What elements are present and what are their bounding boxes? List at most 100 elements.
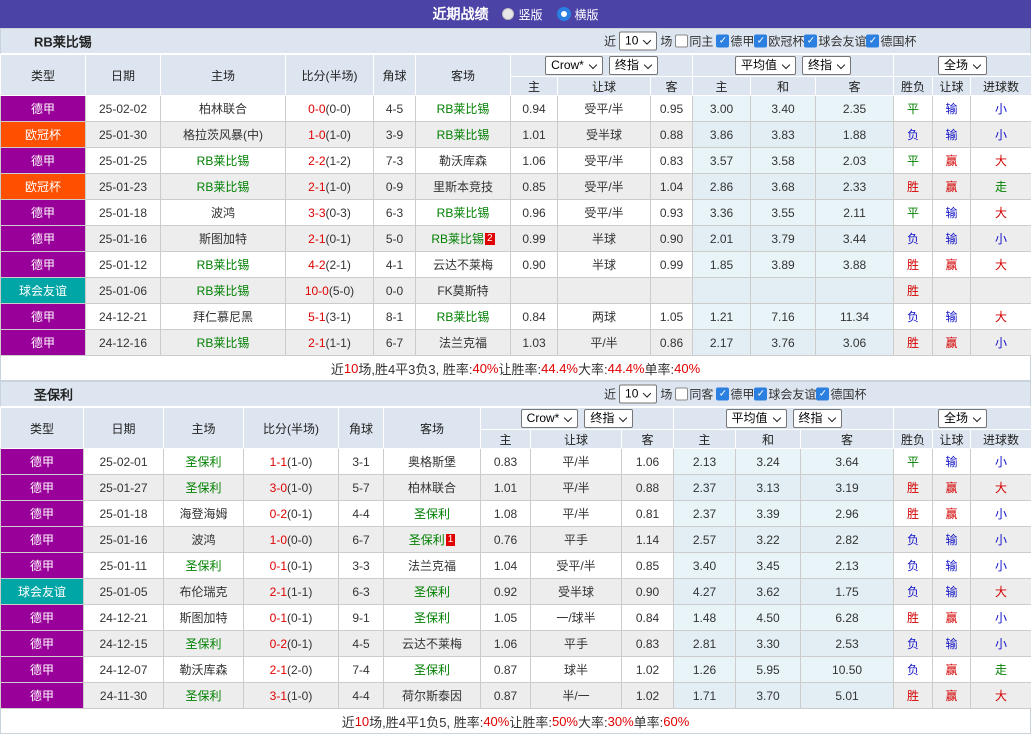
avg-select[interactable]: 平均值 [725,409,787,428]
corner-score: 3-1 [338,448,384,475]
home-team-link[interactable]: RB莱比锡 [160,329,286,356]
score-link[interactable]: 2-2(1-2) [285,147,374,174]
score-link[interactable]: 2-1(1-1) [285,329,374,356]
unit-label: 场 [660,387,673,402]
away-team-link[interactable]: 圣保利 1 [383,526,481,553]
home-team-link[interactable]: 勒沃库森 [163,656,244,683]
result-handicap: 赢 [932,147,972,174]
score-link[interactable]: 1-0(1-0) [285,121,374,148]
score-link[interactable]: 4-2(2-1) [285,251,374,278]
league-filter-欧冠杯[interactable]: 欧冠杯 [754,33,804,50]
home-team-link[interactable]: 圣保利 [163,630,244,657]
avg-period-select[interactable]: 终指 [802,56,852,75]
checkbox-unchecked-icon[interactable] [675,34,689,48]
radio-horizontal-layout[interactable]: 横版 [556,6,599,23]
score-link[interactable]: 0-2(0-1) [243,630,339,657]
score-link[interactable]: 0-0(0-0) [285,95,374,122]
checkbox-checked-icon[interactable] [754,34,768,48]
away-team-link[interactable]: 云达不莱梅 [415,251,511,278]
away-team-link[interactable]: FK莫斯特 [415,277,511,304]
away-team-link[interactable]: RB莱比锡 [415,199,511,226]
avg-away: 11.34 [815,303,895,330]
home-team-link[interactable]: RB莱比锡 [160,277,286,304]
away-team-link[interactable]: 法兰克福 [415,329,511,356]
home-team-link[interactable]: RB莱比锡 [160,147,286,174]
score-link[interactable]: 3-0(1-0) [243,474,339,501]
away-team-link[interactable]: 荷尔斯泰因 [383,682,481,709]
radio-checked-icon[interactable] [556,7,571,21]
scope-select[interactable]: 全场 [938,409,988,428]
away-team-link[interactable]: 勒沃库森 [415,147,511,174]
home-team-link[interactable]: 圣保利 [163,682,244,709]
checkbox-checked-icon[interactable] [804,34,818,48]
home-team-link[interactable]: 柏林联合 [160,95,286,122]
home-team-link[interactable]: 拜仁慕尼黑 [160,303,286,330]
away-team-link[interactable]: 圣保利 [383,604,481,631]
score-link[interactable]: 0-2(0-1) [243,500,339,527]
same-venue-filter[interactable]: 同主 [675,33,713,50]
score-link[interactable]: 1-1(1-0) [243,448,339,475]
away-team-link[interactable]: 云达不莱梅 [383,630,481,657]
away-team-link[interactable]: RB莱比锡 [415,95,511,122]
away-team-link[interactable]: 圣保利 [383,656,481,683]
avg-period-select[interactable]: 终指 [792,409,842,428]
checkbox-checked-icon[interactable] [754,387,768,401]
score-link[interactable]: 5-1(3-1) [285,303,374,330]
league-filter-德甲[interactable]: 德甲 [716,386,754,403]
home-team-link[interactable]: 波鸿 [160,199,286,226]
home-team-link[interactable]: 波鸿 [163,526,244,553]
away-team-link[interactable]: RB莱比锡 [415,121,511,148]
away-team-link[interactable]: RB莱比锡 2 [415,225,511,252]
score-link[interactable]: 0-1(0-1) [243,604,339,631]
checkbox-checked-icon[interactable] [816,387,830,401]
home-team-link[interactable]: 圣保利 [163,474,244,501]
score-link[interactable]: 0-1(0-1) [243,552,339,579]
home-team-link[interactable]: RB莱比锡 [160,173,286,200]
home-team-link[interactable]: 斯图加特 [160,225,286,252]
away-team-link[interactable]: 柏林联合 [383,474,481,501]
match-count-select[interactable]: 10 [619,31,658,51]
score-link[interactable]: 2-1(1-1) [243,578,339,605]
away-team-link[interactable]: 里斯本竞技 [415,173,511,200]
halftime-score: (0-1) [287,506,313,521]
score-link[interactable]: 2-1(2-0) [243,656,339,683]
league-filter-德国杯[interactable]: 德国杯 [816,386,866,403]
league-filter-德国杯[interactable]: 德国杯 [866,33,916,50]
score-link[interactable]: 2-1(0-1) [285,225,374,252]
same-venue-filter[interactable]: 同客 [675,386,713,403]
home-team-link[interactable]: 海登海姆 [163,500,244,527]
league-filter-球会友谊[interactable]: 球会友谊 [754,386,816,403]
home-team-link[interactable]: RB莱比锡 [160,251,286,278]
avg-select[interactable]: 平均值 [735,56,797,75]
score-link[interactable]: 3-1(1-0) [243,682,339,709]
checkbox-checked-icon[interactable] [716,387,730,401]
home-team-link[interactable]: 圣保利 [163,552,244,579]
away-team-link[interactable]: RB莱比锡 [415,303,511,330]
score-link[interactable]: 2-1(1-0) [285,173,374,200]
score-link[interactable]: 1-0(0-0) [243,526,339,553]
odds-source-select[interactable]: Crow* [520,409,579,428]
odds-source-select[interactable]: Crow* [545,56,603,75]
odds-period-select[interactable]: 终指 [608,56,658,75]
checkbox-checked-icon[interactable] [716,34,730,48]
score-link[interactable]: 10-0(5-0) [285,277,374,304]
home-team-link[interactable]: 格拉茨风暴(中) [160,121,286,148]
odds-period-select[interactable]: 终指 [584,409,634,428]
scope-select[interactable]: 全场 [938,56,988,75]
checkbox-unchecked-icon[interactable] [675,387,689,401]
home-team-link[interactable]: 圣保利 [163,448,244,475]
home-team-link[interactable]: 布伦瑞克 [163,578,244,605]
score-link[interactable]: 3-3(0-3) [285,199,374,226]
away-team-link[interactable]: 奥格斯堡 [383,448,481,475]
match-count-select[interactable]: 10 [619,384,658,404]
away-team-link[interactable]: 圣保利 [383,578,481,605]
checkbox-checked-icon[interactable] [866,34,880,48]
away-team-link[interactable]: 法兰克福 [383,552,481,579]
league-filter-德甲[interactable]: 德甲 [716,33,754,50]
radio-vertical-layout[interactable]: 竖版 [502,6,543,23]
radio-unchecked-icon[interactable] [502,8,515,20]
league-filter-球会友谊[interactable]: 球会友谊 [804,33,866,50]
home-team-link[interactable]: 斯图加特 [163,604,244,631]
odds-handicap: 平/半 [530,474,622,501]
away-team-link[interactable]: 圣保利 [383,500,481,527]
